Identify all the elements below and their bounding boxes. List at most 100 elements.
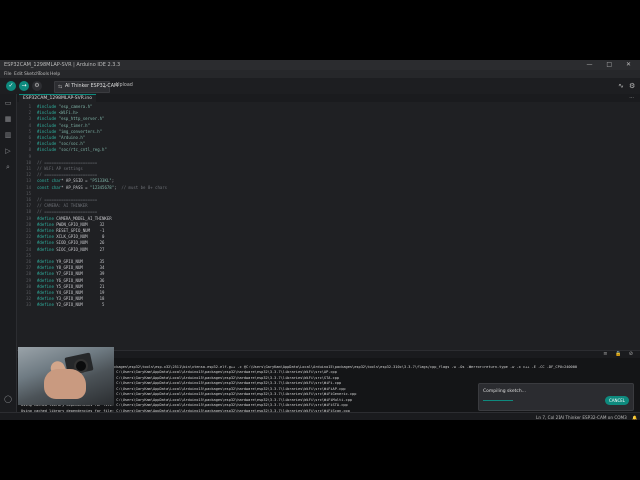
more-icon[interactable]: ···: [629, 94, 634, 102]
window-controls[interactable]: — □ ✕: [586, 61, 637, 68]
code-token: Y5_GPIO_NUM 21: [56, 283, 105, 289]
usb-icon: ⇆: [58, 84, 63, 90]
code-token: Y4_GPIO_NUM 19: [56, 290, 105, 295]
code-token: #define: [37, 228, 57, 233]
debug-button[interactable]: ⚙: [32, 81, 42, 91]
line-number: 19: [26, 215, 31, 221]
compile-progress: [483, 400, 513, 401]
menu-file[interactable]: File: [4, 72, 12, 77]
code-token: #define: [37, 277, 57, 283]
code-text: // ======================: [37, 209, 97, 215]
code-text: #define SIOD_GPIO_NUM 26: [37, 240, 104, 246]
code-token: Y8_GPIO_NUM 34: [56, 265, 105, 271]
code-token: #include: [37, 110, 59, 116]
line-number: 7: [28, 141, 31, 147]
menu-tools[interactable]: Tools: [38, 72, 49, 77]
code-text: #define Y2_GPIO_NUM 5: [37, 302, 104, 308]
search-icon[interactable]: ⌕: [3, 162, 13, 172]
code-token: SIOD_GPIO_NUM 26: [56, 240, 105, 246]
code-text: #include "soc/rtc_cntl_reg.h": [37, 147, 107, 153]
code-token: XCLK_GPIO_NUM 0: [56, 234, 105, 240]
code-token: "esp_camera.h": [58, 104, 93, 109]
upload-label: Upload: [116, 83, 133, 88]
line-number: 16: [26, 197, 31, 202]
code-token: #define: [37, 265, 57, 271]
code-token: #include: [37, 141, 59, 147]
arrow-right-icon: →: [21, 82, 27, 89]
board-icon[interactable]: ▦: [3, 114, 13, 124]
code-token: PWDN_GPIO_NUM 32: [56, 221, 105, 227]
folder-icon[interactable]: ▭: [3, 98, 13, 108]
board-port-status[interactable]: AI Thinker ESP32-CAM on COM3: [560, 415, 627, 420]
code-token: "esp_http_server.h": [58, 116, 105, 122]
cursor-position[interactable]: Ln 7, Col 21: [536, 415, 561, 420]
code-text: #define Y9_GPIO_NUM 35: [37, 259, 104, 265]
code-text: // WiFi AP settings: [37, 166, 83, 172]
code-token: * AP_SSID =: [61, 178, 90, 184]
code-token: "soc/rtc_cntl_reg.h": [58, 147, 107, 153]
line-number: 12: [26, 172, 31, 178]
code-token: // ======================: [37, 172, 98, 178]
code-token: "P5133KL": [90, 178, 112, 184]
line-number: 10: [26, 159, 31, 165]
bell-icon[interactable]: 🔔: [632, 415, 637, 421]
cancel-button[interactable]: CANCEL: [605, 396, 629, 405]
line-number: 18: [26, 209, 31, 215]
code-text: const char* AP_PASS = "12345678"; // mus…: [37, 185, 167, 191]
code-token: // ======================: [37, 197, 98, 202]
waveform-icon[interactable]: ∿: [618, 82, 624, 90]
code-text: #include "esp_camera.h": [37, 104, 92, 110]
code-token: #include: [37, 116, 59, 122]
line-number: 11: [26, 166, 31, 171]
output-controls[interactable]: ≡ 🔒 ⊘: [603, 351, 636, 357]
board-selector[interactable]: ⇆ AI Thinker ESP32-CAM ▾: [54, 81, 118, 93]
code-token: #define: [37, 302, 57, 308]
code-text: #define Y7_GPIO_NUM 39: [37, 271, 104, 277]
code-token: // CAMERA: AI THINKER: [37, 203, 88, 209]
hand: [44, 369, 86, 399]
code-text: #include "esp_timer.h": [37, 123, 90, 129]
menu-edit[interactable]: Edit: [14, 72, 23, 77]
check-icon: ✓: [8, 82, 14, 89]
code-token: #define: [37, 259, 57, 264]
status-bar: Ln 7, Col 21 AI Thinker ESP32-CAM on COM…: [0, 412, 640, 420]
line-number: 32: [26, 296, 31, 302]
verify-button[interactable]: ✓: [6, 81, 16, 91]
code-token: "12345678": [90, 184, 115, 190]
upload-button[interactable]: →: [19, 81, 29, 91]
code-text: #include "Arduino.h": [37, 135, 85, 141]
gear-icon[interactable]: ⚙: [629, 82, 635, 90]
code-text: #define Y4_GPIO_NUM 19: [37, 290, 104, 296]
line-number: 6: [28, 135, 31, 140]
code-token: <WiFi.h>: [58, 110, 78, 116]
line-number: 21: [26, 228, 31, 233]
menu-help[interactable]: Help: [50, 72, 60, 77]
code-token: #define: [37, 234, 57, 240]
code-token: #define: [37, 283, 57, 289]
line-number: 20: [26, 221, 31, 227]
line-number: 31: [26, 290, 31, 295]
menu-sketch[interactable]: Sketch: [24, 72, 39, 77]
code-text: #define RESET_GPIO_NUM -1: [37, 228, 104, 234]
code-token: #define: [37, 271, 57, 277]
code-token: Y9_GPIO_NUM 35: [56, 259, 105, 264]
code-token: CAMERA_MODEL_AI_THINKER: [56, 215, 112, 221]
code-editor[interactable]: 1 #include "esp_camera.h" 2 #include <WiFi.…: [17, 102, 640, 350]
library-icon[interactable]: ▥: [3, 130, 13, 140]
code-token: const char: [37, 184, 62, 190]
code-token: * AP_PASS =: [61, 184, 90, 190]
line-number: 3: [28, 116, 31, 122]
code-text: // ======================: [37, 160, 97, 166]
line-number: 29: [26, 277, 31, 283]
debug-icon[interactable]: ▷: [3, 146, 13, 156]
code-token: // ======================: [37, 209, 98, 215]
line-number: 14: [26, 184, 31, 190]
line-number: 22: [26, 234, 31, 240]
account-icon[interactable]: ◯: [3, 394, 13, 404]
line-number: 24: [26, 246, 31, 252]
debug-icon: ⚙: [34, 82, 40, 89]
code-token: Y2_GPIO_NUM 5: [56, 302, 105, 308]
code-token: #define: [37, 246, 57, 252]
code-token: #include: [37, 135, 59, 140]
line-number: 15: [26, 190, 31, 196]
